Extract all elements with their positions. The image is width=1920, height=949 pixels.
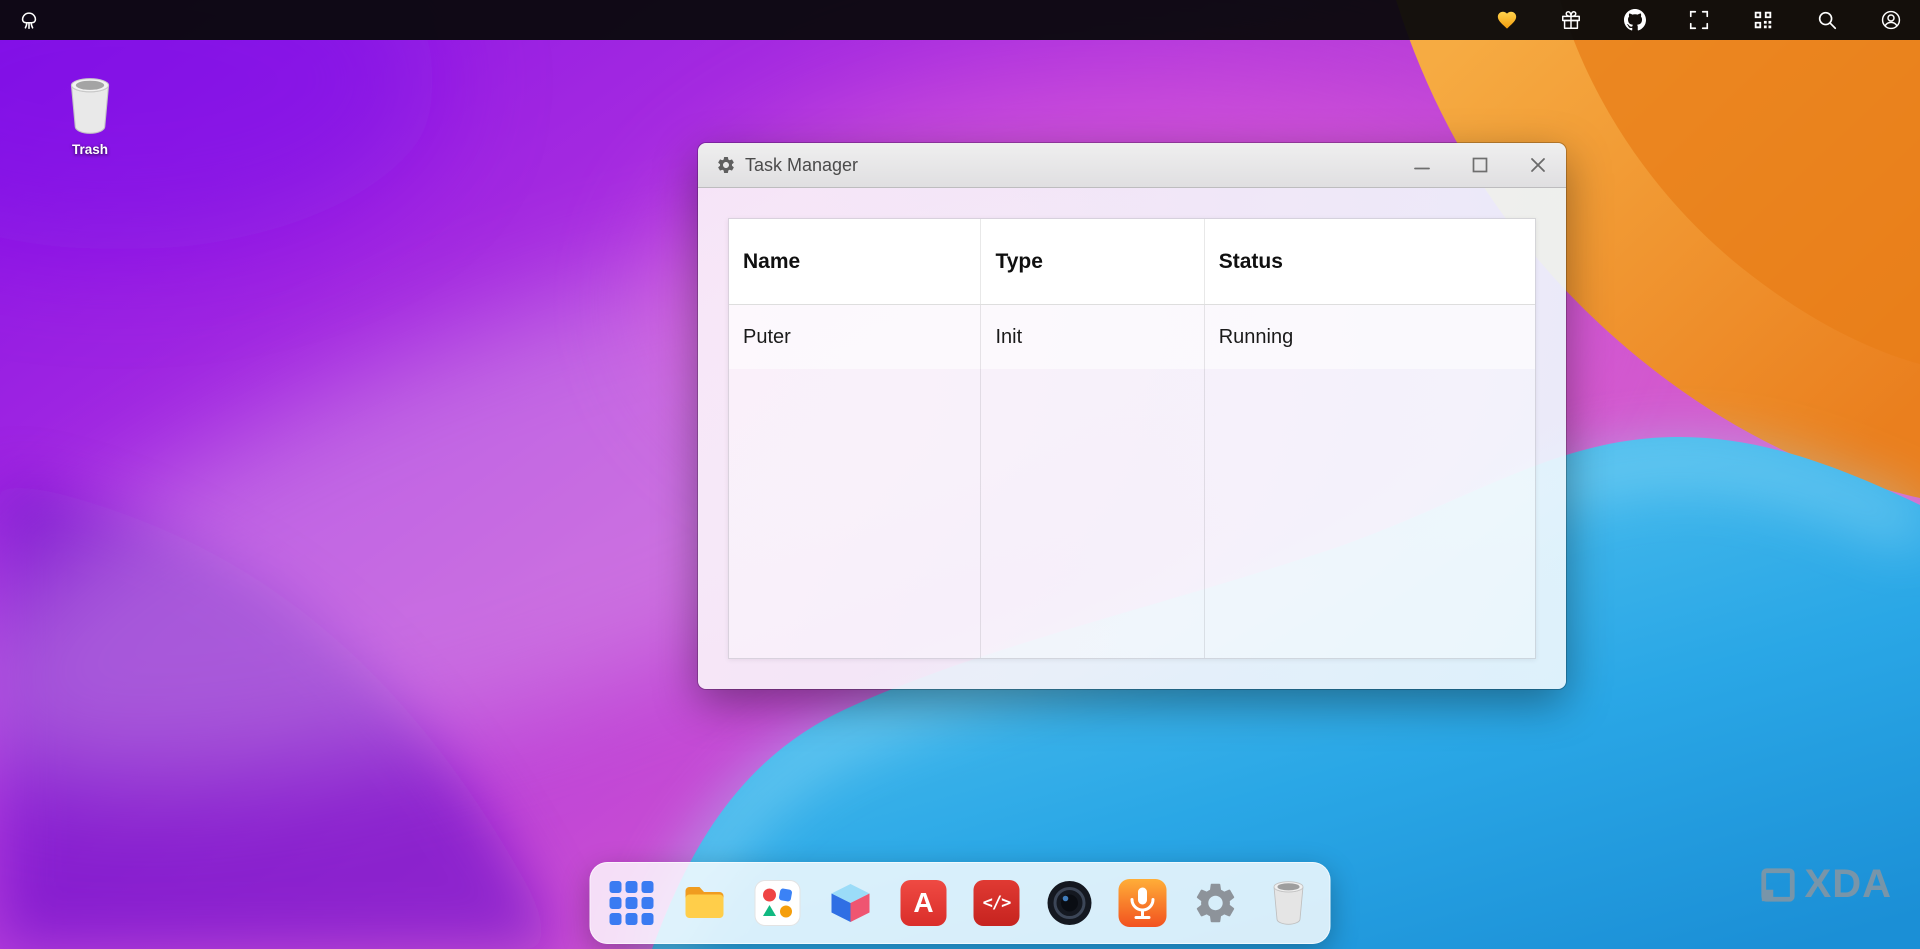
settings-icon[interactable] bbox=[1190, 877, 1242, 929]
github-icon[interactable] bbox=[1624, 9, 1646, 31]
close-button[interactable] bbox=[1528, 155, 1548, 175]
top-menu-bar bbox=[0, 0, 1920, 40]
app-center-icon[interactable] bbox=[752, 877, 804, 929]
column-header-status: Status bbox=[1204, 219, 1535, 304]
column-header-type: Type bbox=[980, 219, 1203, 304]
process-table: Name Type Status Puter Init Running bbox=[728, 218, 1536, 659]
dock: A </> bbox=[590, 862, 1331, 944]
cube-3d-app-icon[interactable] bbox=[825, 877, 877, 929]
account-icon[interactable] bbox=[1880, 9, 1902, 31]
cell-status: Running bbox=[1204, 305, 1535, 369]
code-editor-icon[interactable]: </> bbox=[971, 877, 1023, 929]
task-manager-window: Task Manager Name Type Status bbox=[698, 143, 1566, 689]
trash-icon[interactable] bbox=[1263, 877, 1315, 929]
table-header-row: Name Type Status bbox=[729, 219, 1535, 305]
trash-label: Trash bbox=[72, 142, 108, 157]
table-row-puter[interactable]: Puter Init Running bbox=[729, 305, 1535, 369]
column-header-name: Name bbox=[729, 219, 980, 304]
heart-icon[interactable] bbox=[1496, 9, 1518, 31]
qr-code-icon[interactable] bbox=[1752, 9, 1774, 31]
xda-logo-icon bbox=[1759, 866, 1797, 904]
text-editor-icon[interactable]: A bbox=[898, 877, 950, 929]
gift-icon[interactable] bbox=[1560, 9, 1582, 31]
puter-logo-icon[interactable] bbox=[18, 9, 40, 31]
desktop-trash-item[interactable]: Trash bbox=[44, 76, 136, 157]
fullscreen-icon[interactable] bbox=[1688, 9, 1710, 31]
desktop[interactable]: Trash Task Manager bbox=[0, 40, 1920, 949]
code-editor-glyph: </> bbox=[983, 893, 1011, 913]
window-content: Name Type Status Puter Init Running bbox=[698, 188, 1566, 689]
table-empty-area bbox=[729, 369, 1535, 658]
text-editor-letter: A bbox=[913, 887, 933, 919]
window-title: Task Manager bbox=[745, 155, 858, 176]
minimize-button[interactable] bbox=[1412, 155, 1432, 175]
xda-watermark: XDA bbox=[1759, 862, 1892, 907]
files-folder-icon[interactable] bbox=[679, 877, 731, 929]
search-icon[interactable] bbox=[1816, 9, 1838, 31]
voice-recorder-icon[interactable] bbox=[1117, 877, 1169, 929]
cell-name: Puter bbox=[729, 305, 980, 369]
cell-type: Init bbox=[980, 305, 1203, 369]
maximize-button[interactable] bbox=[1470, 155, 1490, 175]
xda-watermark-text: XDA bbox=[1805, 862, 1892, 907]
camera-app-icon[interactable] bbox=[1044, 877, 1096, 929]
gear-icon bbox=[716, 155, 736, 175]
app-launcher-icon[interactable] bbox=[606, 877, 658, 929]
window-titlebar[interactable]: Task Manager bbox=[698, 143, 1566, 188]
trash-bin-icon bbox=[66, 76, 114, 136]
